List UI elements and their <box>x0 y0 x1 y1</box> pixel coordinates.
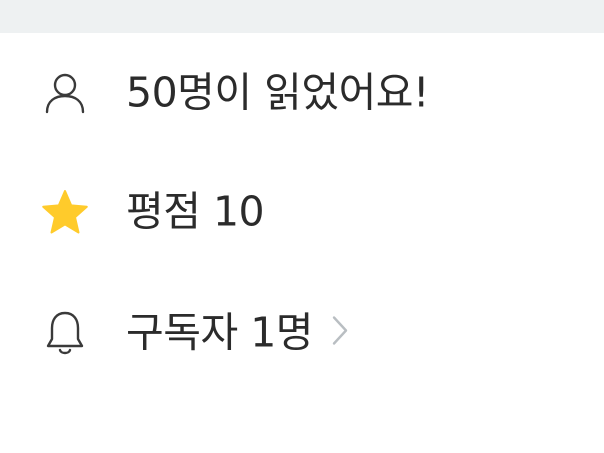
readers-count-label: 50명이 읽었어요! <box>126 68 429 117</box>
bell-icon <box>40 308 90 358</box>
top-bar <box>0 0 604 33</box>
star-icon <box>40 187 90 237</box>
readers-row: 50명이 읽었어요! <box>0 63 604 123</box>
subscribers-label[interactable]: 구독자 1명 <box>126 312 349 354</box>
subscribers-count-text: 구독자 1명 <box>126 308 314 357</box>
chevron-right-icon[interactable] <box>331 312 349 353</box>
person-icon <box>40 68 90 118</box>
rating-label: 평점 10 <box>126 187 265 236</box>
rating-row: 평점 10 <box>0 182 604 242</box>
subscribers-row[interactable]: 구독자 1명 <box>0 303 604 363</box>
